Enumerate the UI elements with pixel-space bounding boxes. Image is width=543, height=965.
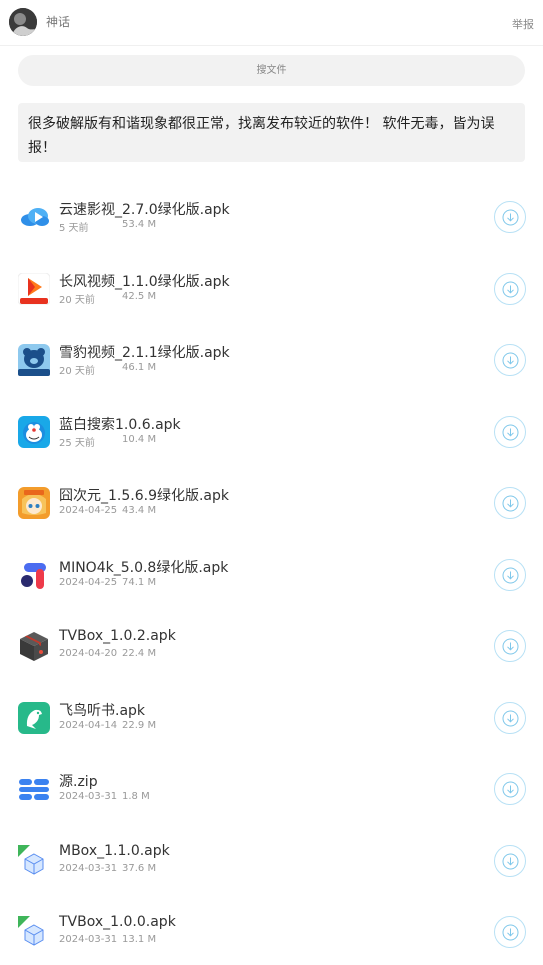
download-icon (502, 424, 519, 440)
search-label: 搜文件 (256, 65, 287, 76)
file-name[interactable]: 蓝白搜索1.0.6.apk (59, 414, 181, 434)
file-size: 13.1 M (122, 934, 157, 945)
file-size: 74.1 M (122, 576, 157, 588)
file-name[interactable]: 囧次元_1.5.6.9绿化版.apk (59, 485, 229, 505)
play-triangle-icon (17, 272, 51, 305)
download-icon (502, 853, 519, 869)
file-row[interactable]: 雪豹视频_2.1.1绿化版.apk 20 天前 46.1 M (0, 325, 543, 397)
file-date: 2024-04-14 (59, 719, 118, 731)
file-date: 20 天前 (59, 366, 95, 377)
file-name[interactable]: 长风视频_1.1.0绿化版.apk (59, 271, 230, 291)
download-button[interactable] (494, 844, 526, 877)
download-button[interactable] (494, 701, 526, 734)
file-name[interactable]: 云速影视_2.7.0绿化版.apk (59, 199, 230, 219)
download-icon (502, 281, 519, 297)
download-icon (502, 924, 519, 941)
box-icon (18, 630, 50, 662)
download-button[interactable] (494, 630, 526, 662)
download-icon (502, 352, 519, 369)
doraemon-icon (18, 415, 50, 448)
file-date: 2024-03-31 (59, 862, 118, 874)
file-row[interactable]: TVBox_1.0.2.apk 2024-04-20 22.4 M (0, 611, 543, 683)
download-button[interactable] (494, 344, 526, 376)
file-name[interactable]: 飞鸟听书.apk (59, 700, 145, 720)
file-row[interactable]: MINO4k_5.0.8绿化版.apk 2024-04-25 74.1 M (0, 540, 543, 612)
download-icon (502, 781, 519, 798)
download-button[interactable] (494, 201, 526, 233)
cloud-play-icon (18, 201, 50, 233)
file-name[interactable]: TVBox_1.0.0.apk (59, 914, 176, 930)
download-button[interactable] (494, 272, 526, 305)
file-date: 2024-04-25 (59, 505, 118, 516)
file-row[interactable]: MBox_1.1.0.apk 2024-03-31 37.6 M (0, 826, 543, 898)
file-size: 37.6 M (122, 862, 157, 874)
file-list: 云速影视_2.7.0绿化版.apk 5 天前 53.4 M 长风视频_1.1.0… (0, 182, 543, 965)
file-size: 1.8 M (122, 791, 150, 802)
download-button[interactable] (494, 773, 526, 805)
notice-text: 很多破解版有和谐现象都很正常，找离发布较近的软件！ 软件无毒，皆为误报！ (28, 116, 495, 156)
file-size: 10.4 M (122, 433, 157, 445)
file-name[interactable]: 雪豹视频_2.1.1绿化版.apk (59, 342, 230, 362)
bird-icon (18, 701, 50, 734)
file-date: 5 天前 (59, 223, 89, 234)
file-size: 22.4 M (122, 648, 157, 659)
avatar[interactable] (9, 8, 37, 36)
file-row[interactable]: 长风视频_1.1.0绿化版.apk 20 天前 42.5 M (0, 254, 543, 326)
apk-package-icon (18, 844, 50, 877)
zip-icon (18, 773, 50, 805)
download-button[interactable] (494, 487, 526, 519)
download-icon (502, 209, 519, 226)
anime-girl-icon (18, 487, 50, 519)
download-icon (502, 567, 519, 583)
download-button[interactable] (494, 415, 526, 448)
file-name[interactable]: MINO4k_5.0.8绿化版.apk (59, 557, 228, 577)
leopard-icon (18, 344, 50, 376)
file-size: 46.1 M (122, 362, 157, 373)
file-row[interactable]: 飞鸟听书.apk 2024-04-14 22.9 M (0, 683, 543, 755)
notice-banner: 很多破解版有和谐现象都很正常，找离发布较近的软件！ 软件无毒，皆为误报！ (18, 103, 525, 162)
file-date: 20 天前 (59, 294, 95, 306)
report-link[interactable]: 举报 (512, 16, 534, 32)
header: 神话 举报 (0, 0, 543, 46)
file-row[interactable]: 囧次元_1.5.6.9绿化版.apk 2024-04-25 43.4 M (0, 468, 543, 540)
download-button[interactable] (494, 558, 526, 591)
username[interactable]: 神话 (46, 13, 70, 30)
download-icon (502, 638, 519, 655)
file-row[interactable]: 源.zip 2024-03-31 1.8 M (0, 754, 543, 826)
file-row[interactable]: TVBox_1.0.0.apk 2024-03-31 13.1 M (0, 897, 543, 965)
mino-logo-icon (18, 559, 50, 591)
file-size: 53.4 M (122, 219, 157, 230)
download-icon (502, 710, 519, 726)
file-name[interactable]: MBox_1.1.0.apk (59, 843, 170, 859)
search-input[interactable]: 搜文件 (18, 55, 525, 86)
file-size: 43.4 M (122, 505, 157, 516)
file-date: 2024-04-25 (59, 576, 118, 588)
file-date: 2024-03-31 (59, 934, 118, 945)
file-name[interactable]: 源.zip (59, 771, 98, 791)
file-date: 25 天前 (59, 437, 95, 449)
file-row[interactable]: 云速影视_2.7.0绿化版.apk 5 天前 53.4 M (0, 182, 543, 254)
file-name[interactable]: TVBox_1.0.2.apk (59, 628, 176, 644)
file-date: 2024-03-31 (59, 791, 118, 802)
file-row[interactable]: 蓝白搜索1.0.6.apk 25 天前 10.4 M (0, 397, 543, 469)
apk-package-icon (18, 916, 50, 948)
download-icon (502, 495, 519, 512)
file-size: 42.5 M (122, 290, 157, 302)
file-size: 22.9 M (122, 719, 157, 731)
file-date: 2024-04-20 (59, 648, 118, 659)
download-button[interactable] (494, 916, 526, 948)
